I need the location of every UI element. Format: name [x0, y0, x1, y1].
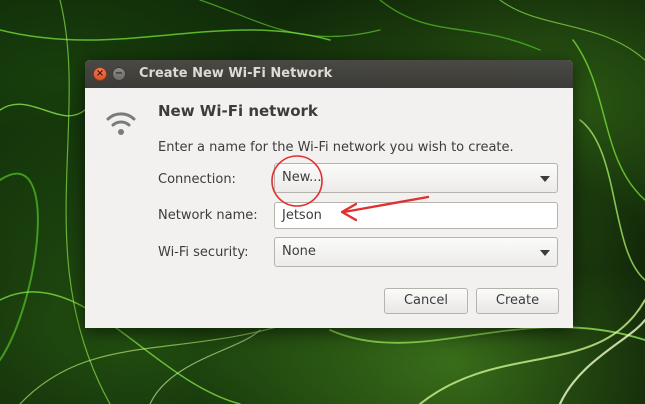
connection-dropdown[interactable]: New...	[274, 163, 558, 193]
dialog-description: Enter a name for the Wi-Fi network you w…	[158, 140, 514, 155]
connection-label: Connection:	[158, 172, 236, 187]
window-title: Create New Wi-Fi Network	[139, 66, 333, 81]
dialog-heading: New Wi-Fi network	[158, 102, 318, 120]
wifi-icon	[105, 108, 137, 144]
minimize-icon: −	[114, 68, 124, 79]
wifi-security-label: Wi-Fi security:	[158, 245, 249, 260]
network-name-input[interactable]: Jetson	[274, 202, 558, 229]
network-name-value: Jetson	[282, 208, 322, 223]
network-name-label: Network name:	[158, 208, 258, 223]
create-button[interactable]: Create	[476, 288, 559, 314]
chevron-down-icon	[540, 250, 550, 256]
cancel-button[interactable]: Cancel	[384, 288, 468, 314]
titlebar[interactable]: × − Create New Wi-Fi Network	[85, 60, 573, 88]
wifi-security-dropdown[interactable]: None	[274, 237, 558, 267]
wifi-security-value: None	[282, 244, 316, 259]
create-wifi-dialog: × − Create New Wi-Fi Network New Wi-Fi n…	[85, 60, 573, 328]
close-icon: ×	[95, 68, 105, 79]
close-button[interactable]: ×	[93, 67, 107, 81]
connection-value: New...	[282, 170, 322, 185]
chevron-down-icon	[540, 176, 550, 182]
minimize-button[interactable]: −	[112, 67, 126, 81]
